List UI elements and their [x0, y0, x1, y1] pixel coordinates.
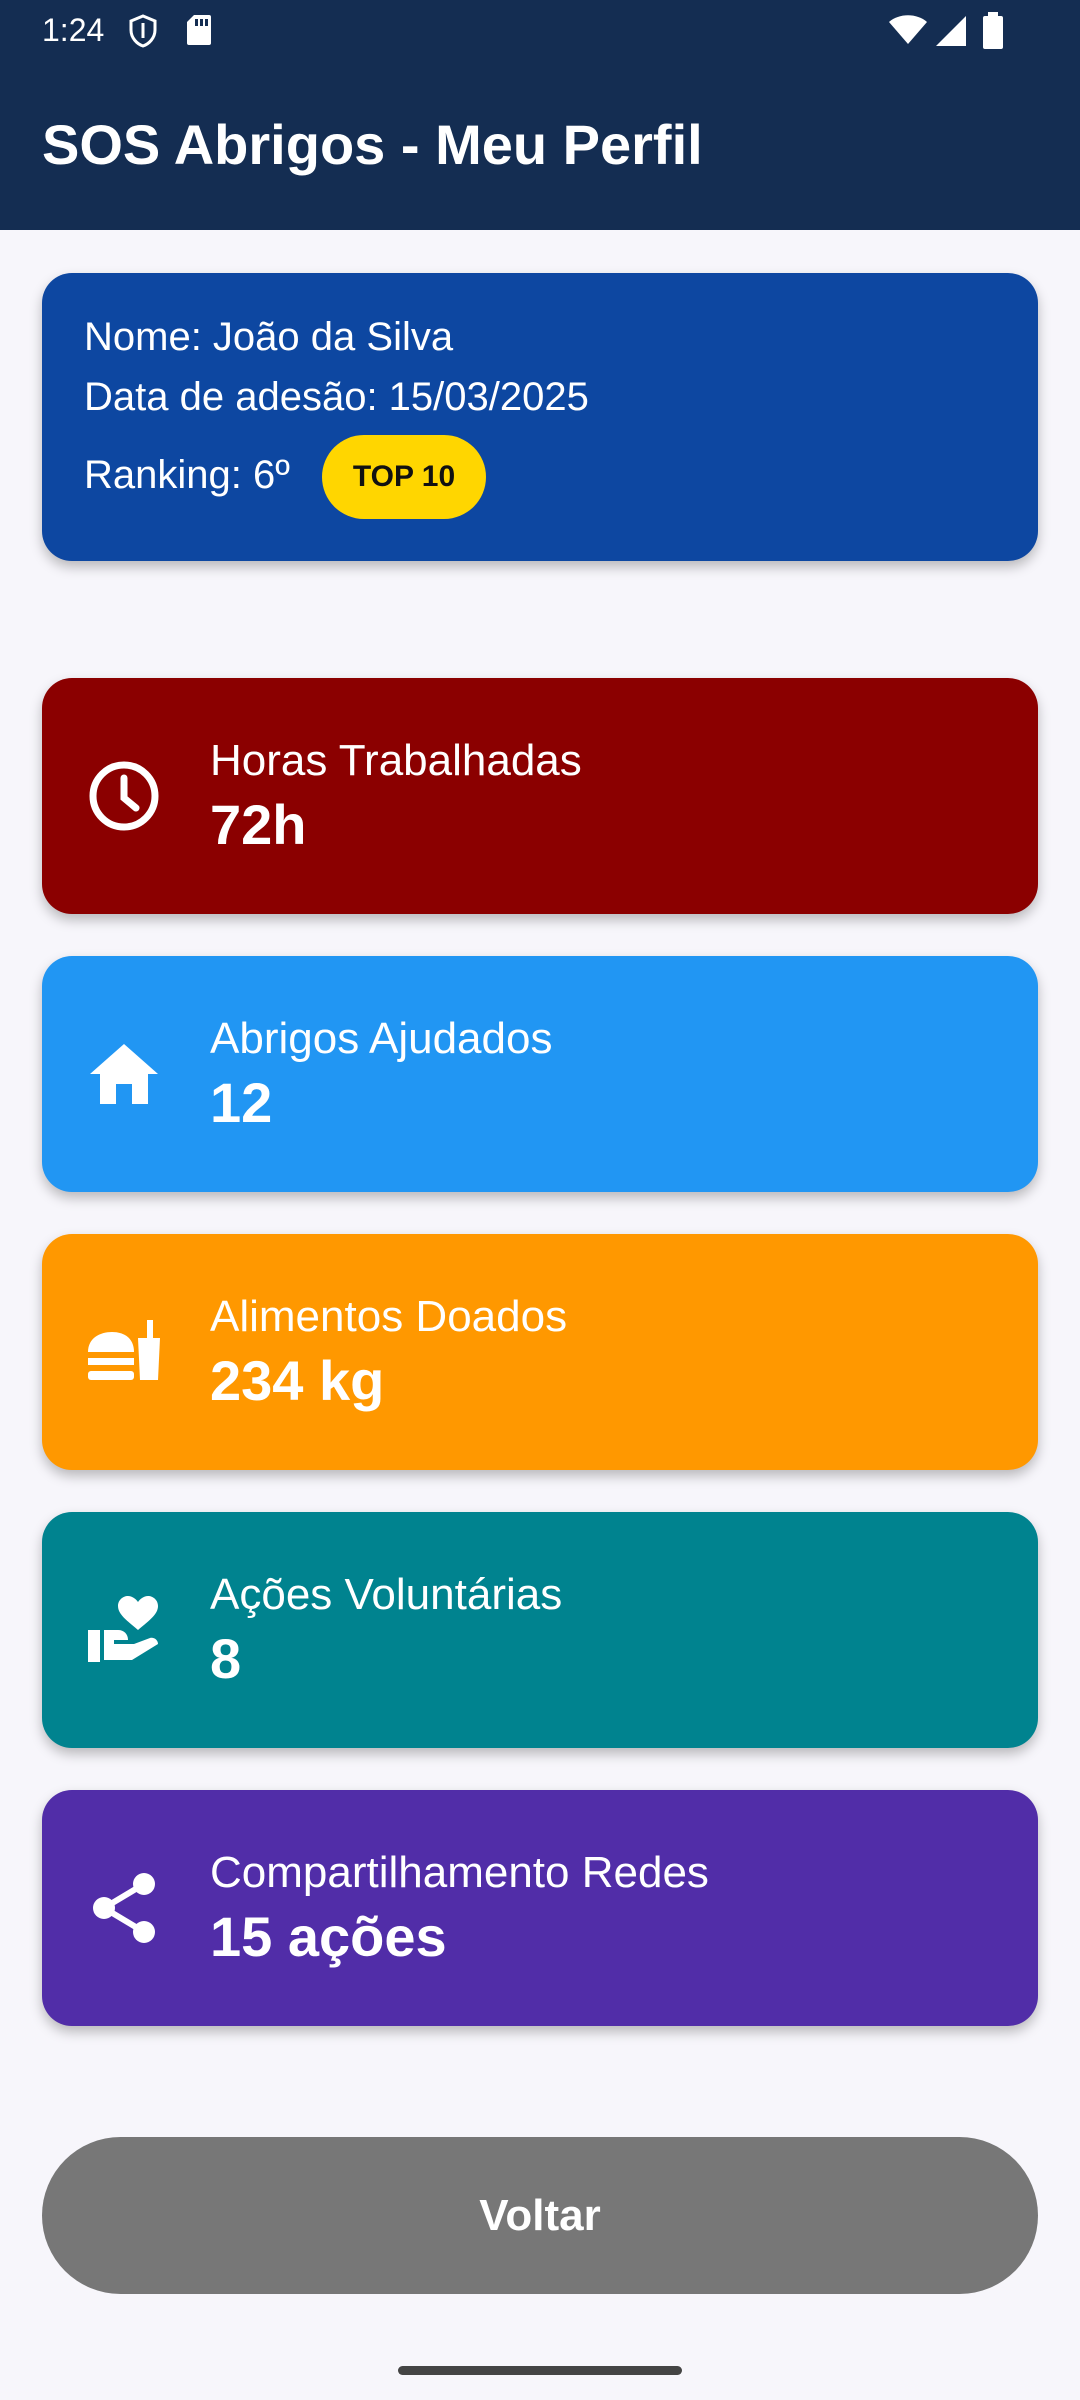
sd-card-icon: [186, 14, 212, 54]
stat-value: 15 ações: [210, 1905, 447, 1968]
wifi-icon: [888, 14, 928, 54]
app-bar: 1:24 SOS Abrigos - Meu Perfil: [0, 0, 1080, 230]
stat-label: Compartilhamento Redes: [210, 1848, 709, 1897]
top-badge: TOP 10: [322, 435, 486, 519]
share-icon: [84, 1868, 164, 1948]
stat-value: 8: [210, 1627, 242, 1690]
stat-card-hours[interactable]: Horas Trabalhadas 72h: [42, 678, 1038, 914]
profile-ranking: Ranking: 6º: [84, 453, 290, 497]
fastfood-icon: [84, 1312, 164, 1392]
signal-icon: [934, 14, 968, 56]
stat-card-food[interactable]: Alimentos Doados 234 kg: [42, 1234, 1038, 1470]
stat-card-actions[interactable]: Ações Voluntárias 8: [42, 1512, 1038, 1748]
profile-join-date: Data de adesão: 15/03/2025: [84, 375, 589, 419]
clock-icon: [84, 756, 164, 836]
shield-icon: [128, 14, 158, 56]
profile-name: Nome: João da Silva: [84, 315, 454, 359]
status-time: 1:24: [42, 12, 105, 48]
battery-icon: [982, 12, 1004, 58]
stat-value: 234 kg: [210, 1349, 385, 1412]
profile-card: Nome: João da Silva Data de adesão: 15/0…: [42, 273, 1038, 561]
status-bar: 1:24: [0, 0, 1080, 64]
page-title: SOS Abrigos - Meu Perfil: [42, 113, 703, 176]
stat-value: 12: [210, 1071, 273, 1134]
volunteer-hand-heart-icon: [84, 1590, 164, 1670]
back-button[interactable]: Voltar: [42, 2137, 1038, 2294]
stat-card-social-shares[interactable]: Compartilhamento Redes 15 ações: [42, 1790, 1038, 2026]
stat-label: Alimentos Doados: [210, 1292, 568, 1341]
stat-value: 72h: [210, 793, 307, 856]
stat-label: Abrigos Ajudados: [210, 1014, 553, 1063]
stat-label: Horas Trabalhadas: [210, 736, 582, 785]
stat-card-shelters[interactable]: Abrigos Ajudados 12: [42, 956, 1038, 1192]
stat-label: Ações Voluntárias: [210, 1570, 563, 1619]
home-icon: [84, 1034, 164, 1114]
home-indicator[interactable]: [398, 2366, 682, 2375]
